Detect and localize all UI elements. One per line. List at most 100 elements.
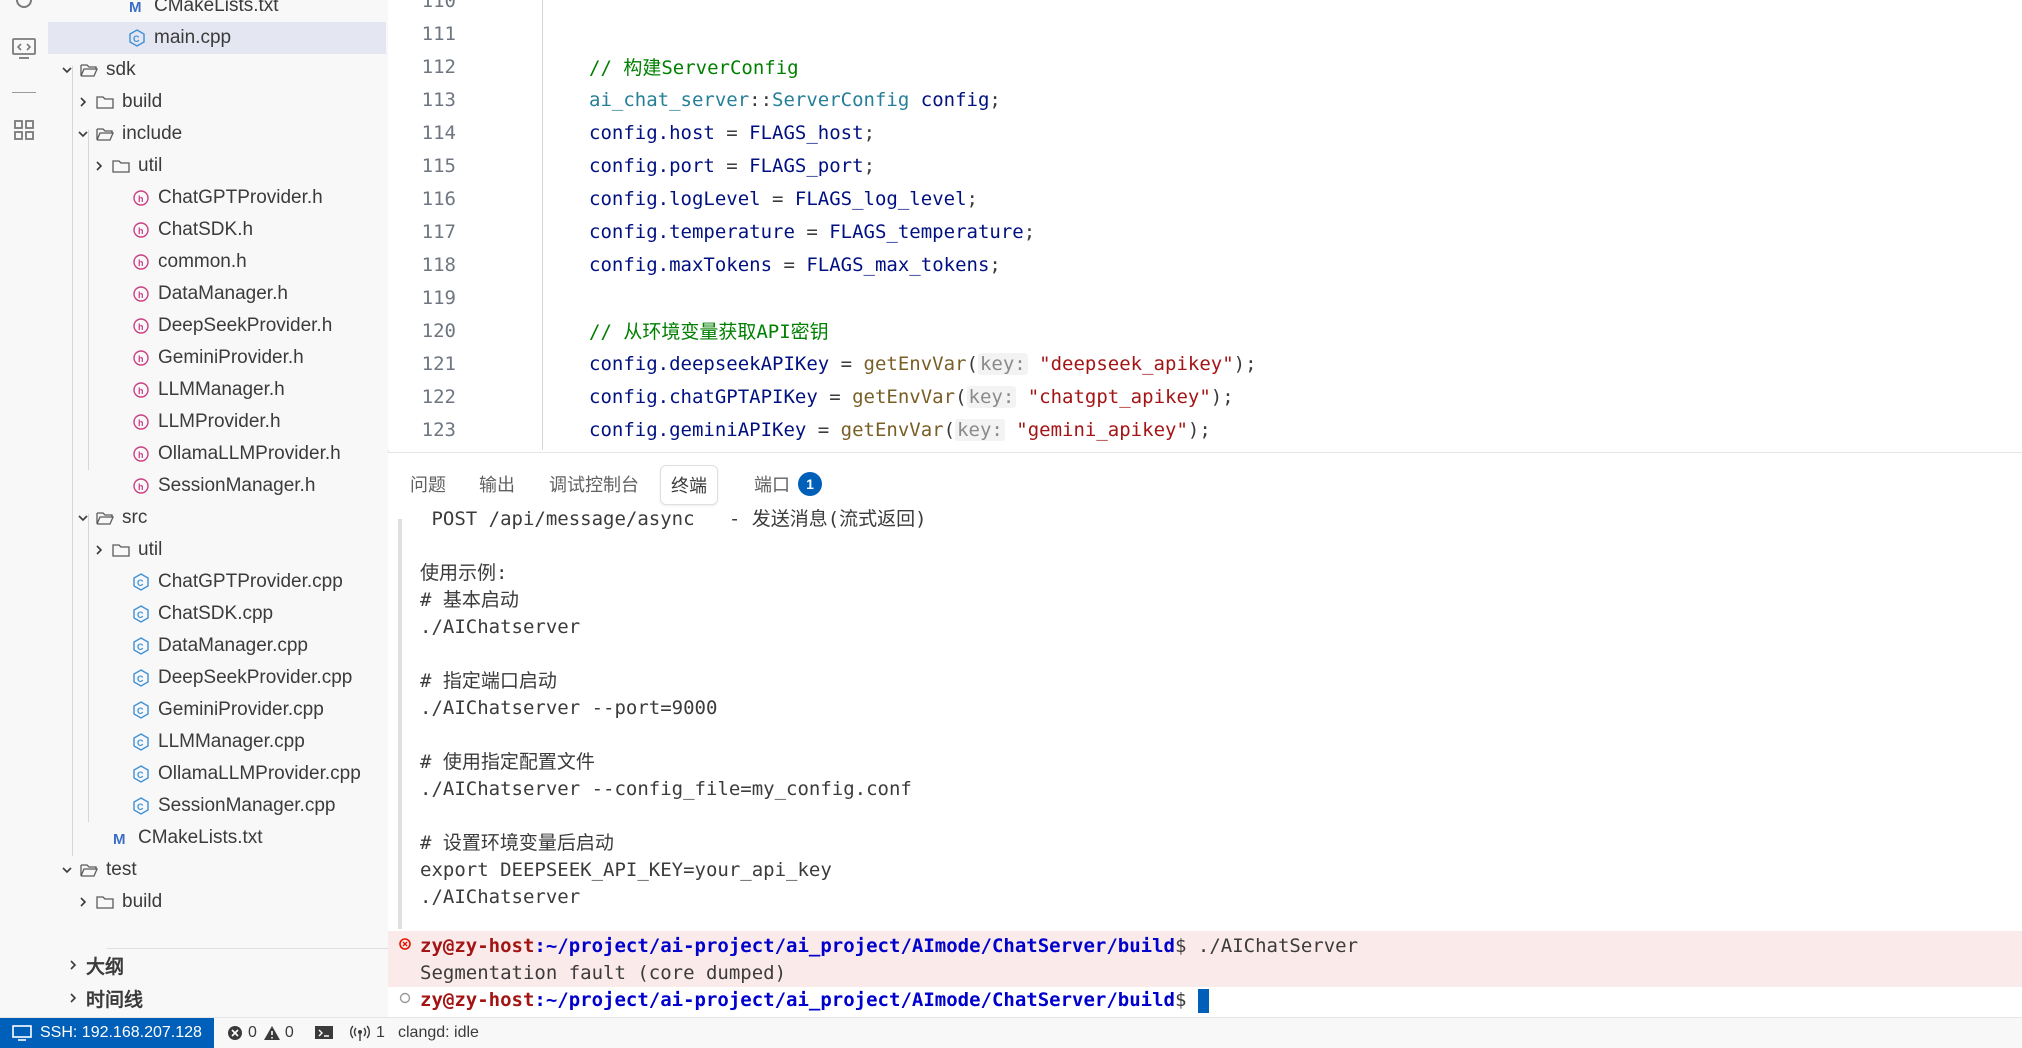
folder-item[interactable]: include bbox=[48, 118, 386, 150]
remote-indicator[interactable]: SSH: 192.168.207.128 bbox=[0, 1018, 214, 1048]
file-item[interactable]: h DataManager.h bbox=[48, 278, 386, 310]
line-number: 116 bbox=[421, 187, 456, 210]
outline-label: 大纲 bbox=[86, 956, 125, 978]
terminal[interactable]: POST /api/message/async - 发送消息(流式返回) 使用示例… bbox=[388, 508, 2022, 1019]
header-file-icon: h bbox=[132, 477, 150, 495]
tree-item-label: main.cpp bbox=[154, 27, 232, 48]
tree-item-label: DataManager.cpp bbox=[158, 635, 308, 656]
forwarded-ports-indicator[interactable]: 1 bbox=[350, 1018, 385, 1048]
file-item[interactable]: h DeepSeekProvider.h bbox=[48, 310, 386, 342]
language-server-status[interactable]: clangd: idle bbox=[398, 1018, 479, 1048]
bottom-panel: 问题 输出 调试控制台 终端 端口 1 POST /api/message/as… bbox=[388, 452, 2022, 1018]
tree-item-label: GeminiProvider.h bbox=[158, 347, 304, 368]
line-number: 113 bbox=[421, 88, 456, 111]
code-punct: = bbox=[714, 121, 750, 144]
tree-item-label: DataManager.h bbox=[158, 283, 288, 304]
code-punct: = bbox=[794, 220, 830, 243]
prompt-path: :~/project/ai-project/ai_project/AImode/… bbox=[534, 935, 1175, 957]
source-control-icon[interactable] bbox=[8, 0, 40, 16]
file-item[interactable]: Cmain.cpp bbox=[48, 22, 386, 54]
tree-item-label: common.h bbox=[158, 251, 247, 272]
svg-text:h: h bbox=[138, 290, 144, 300]
command-pending-icon[interactable] bbox=[398, 991, 412, 1005]
chevron-right-icon bbox=[66, 958, 80, 972]
cpp-file-icon: C bbox=[132, 733, 150, 751]
tab-terminal[interactable]: 终端 bbox=[660, 465, 718, 505]
file-item[interactable]: h SessionManager.h bbox=[48, 470, 386, 502]
indent-guide bbox=[88, 514, 89, 822]
terminal-line: 使用示例: bbox=[420, 562, 508, 584]
file-item[interactable]: h ChatGPTProvider.h bbox=[48, 182, 386, 214]
terminal-line: # 使用指定配置文件 bbox=[420, 751, 595, 773]
code-lhs: config.host bbox=[589, 121, 715, 144]
inlay-hint: key: bbox=[977, 352, 1028, 375]
header-file-icon: h bbox=[132, 285, 150, 303]
explorer-sidebar: M CMakeLists.txt Cmain.cpp sdk build include u… bbox=[48, 0, 389, 1017]
folder-item[interactable]: test bbox=[48, 854, 386, 886]
svg-text:C: C bbox=[137, 674, 144, 684]
problems-indicator[interactable]: 0 0 bbox=[226, 1018, 294, 1048]
file-item[interactable]: C DeepSeekProvider.cpp bbox=[48, 662, 386, 694]
folder-item[interactable]: build bbox=[48, 886, 386, 918]
code-text: config.deepseekAPIKey = getEnvVar(key: "… bbox=[589, 352, 1257, 375]
tab-ports[interactable]: 端口 1 bbox=[744, 465, 832, 503]
terminal-status-icon[interactable] bbox=[314, 1018, 334, 1048]
cpp-file-icon: C bbox=[132, 669, 150, 687]
file-item[interactable]: C ChatSDK.cpp bbox=[48, 598, 386, 630]
file-item[interactable]: h LLMProvider.h bbox=[48, 406, 386, 438]
code-editor[interactable]: 110 111 112 // 构建ServerConfig 113 ai_chat_ser… bbox=[388, 0, 2022, 450]
error-count: 0 bbox=[248, 1024, 257, 1041]
extensions-icon[interactable] bbox=[8, 114, 40, 146]
code-punct: ; bbox=[863, 121, 876, 144]
folder-item[interactable]: sdk bbox=[48, 54, 386, 86]
file-item[interactable]: C OllamaLLMProvider.cpp bbox=[48, 758, 386, 790]
file-item[interactable]: h ChatSDK.h bbox=[48, 214, 386, 246]
code-line: 111 bbox=[388, 17, 2022, 50]
folder-item[interactable]: util bbox=[48, 534, 386, 566]
timeline-section[interactable]: 时间线 bbox=[48, 982, 386, 1014]
code-line: 119 bbox=[388, 281, 2022, 314]
file-item[interactable]: h common.h bbox=[48, 246, 386, 278]
file-item[interactable]: C DataManager.cpp bbox=[48, 630, 386, 662]
tree-item-label: CMakeLists.txt bbox=[138, 827, 263, 848]
file-item[interactable]: C ChatGPTProvider.cpp bbox=[48, 566, 386, 598]
tree-item-label: GeminiProvider.cpp bbox=[158, 699, 324, 720]
terminal-line: # 设置环境变量后启动 bbox=[420, 832, 614, 854]
folder-item[interactable]: util bbox=[48, 150, 386, 182]
folder-item[interactable]: build bbox=[48, 86, 386, 118]
file-item[interactable]: C LLMManager.cpp bbox=[48, 726, 386, 758]
cpp-file-icon: C bbox=[128, 29, 146, 47]
folder-item[interactable]: src bbox=[48, 502, 386, 534]
file-item[interactable]: C GeminiProvider.cpp bbox=[48, 694, 386, 726]
cpp-file-icon: C bbox=[132, 637, 150, 655]
command-failed-icon[interactable] bbox=[398, 937, 412, 951]
tree-item-label: src bbox=[122, 507, 148, 528]
tree-item-label: OllamaLLMProvider.cpp bbox=[158, 763, 361, 784]
file-item[interactable]: h GeminiProvider.h bbox=[48, 342, 386, 374]
file-item[interactable]: C SessionManager.cpp bbox=[48, 790, 386, 822]
terminal-cursor bbox=[1197, 988, 1209, 1013]
tree-item-label: OllamaLLMProvider.h bbox=[158, 443, 341, 464]
terminal-line: ./AIChatserver --config_file=my_config.c… bbox=[420, 778, 912, 800]
inlay-hint: key: bbox=[966, 385, 1017, 408]
code-lhs: config.logLevel bbox=[589, 187, 761, 210]
file-item[interactable]: M CMakeLists.txt bbox=[48, 0, 386, 22]
outline-section[interactable]: 大纲 bbox=[48, 949, 386, 981]
activity-separator bbox=[12, 92, 36, 93]
file-item[interactable]: M CMakeLists.txt bbox=[48, 822, 386, 854]
activity-bar bbox=[0, 0, 49, 1017]
file-item[interactable]: h OllamaLLMProvider.h bbox=[48, 438, 386, 470]
tab-debug-console[interactable]: 调试控制台 bbox=[539, 465, 649, 503]
code-rhs: FLAGS_host bbox=[749, 121, 864, 144]
svg-text:h: h bbox=[138, 418, 144, 428]
tab-output[interactable]: 输出 bbox=[469, 465, 525, 503]
code-line: 112 // 构建ServerConfig bbox=[388, 50, 2022, 83]
code-line: 118 config.maxTokens = FLAGS_max_tokens; bbox=[388, 248, 2022, 281]
remote-explorer-icon[interactable] bbox=[8, 32, 40, 64]
file-item[interactable]: h LLMManager.h bbox=[48, 374, 386, 406]
tree-item-label: ChatSDK.h bbox=[158, 219, 254, 240]
tab-problems[interactable]: 问题 bbox=[400, 465, 456, 503]
cpp-file-icon: C bbox=[132, 797, 150, 815]
remote-label: SSH: 192.168.207.128 bbox=[40, 1024, 202, 1041]
error-output-line: Segmentation fault (core dumped) bbox=[420, 962, 787, 984]
